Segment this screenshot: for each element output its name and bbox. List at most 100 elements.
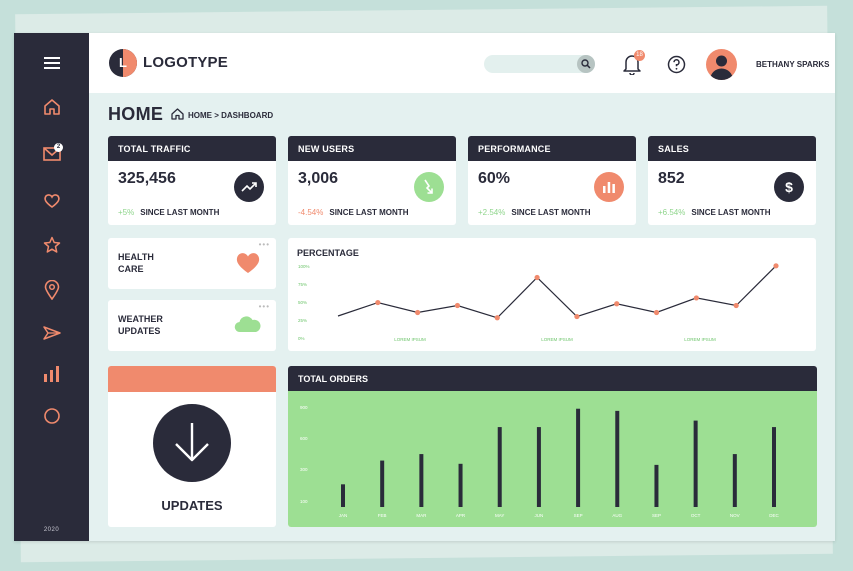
data-point (534, 274, 540, 281)
bar (576, 408, 581, 507)
widget-label-line1: HEALTH (118, 252, 154, 262)
footer-year: 2020 (43, 527, 60, 533)
data-point (773, 263, 779, 269)
bar (497, 427, 502, 507)
data-point (415, 309, 421, 316)
weather-updates-widget[interactable]: ••• WEATHER UPDATES (108, 300, 276, 351)
updates-card[interactable]: UPDATES (108, 366, 276, 527)
star-icon[interactable] (14, 230, 89, 260)
stat-card-footer: +2.54% SINCE LAST MONTH (478, 208, 590, 217)
widget-label-line1: WEATHER (118, 314, 163, 324)
logo-letter: L (119, 55, 127, 70)
more-options-icon[interactable]: ••• (259, 302, 270, 311)
svg-text:$: $ (785, 179, 793, 195)
stat-card-change: +6.54% (658, 208, 686, 217)
x-tick-label: JAN (339, 513, 348, 518)
stat-card-footer: -4.54% SINCE LAST MONTH (298, 208, 408, 217)
help-icon[interactable] (667, 55, 686, 79)
location-icon[interactable] (14, 275, 89, 305)
x-tick-label: LOREM IPSUM (684, 337, 716, 342)
menu-icon[interactable] (14, 48, 89, 78)
stat-card-value: 852 (658, 170, 685, 187)
search-icon[interactable] (577, 55, 595, 73)
stat-card-value: 60% (478, 170, 511, 187)
stat-card-total-traffic[interactable]: TOTAL TRAFFIC 325,456 +5% SINCE LAST MONT… (108, 136, 276, 225)
bar-chart-icon[interactable] (14, 359, 89, 389)
stat-card-since: SINCE LAST MONTH (329, 208, 409, 217)
chart-title: TOTAL ORDERS (288, 366, 817, 391)
x-tick-label: MAR (416, 513, 427, 518)
y-tick-label: 75% (298, 282, 307, 287)
heart-icon[interactable] (14, 186, 89, 216)
cloud-icon (234, 315, 262, 338)
stat-card-performance[interactable]: PERFORMANCE 60% +2.54% SINCE LAST MONTH (468, 136, 636, 225)
page-title: HOME (108, 104, 164, 124)
series-line (337, 265, 777, 319)
home-icon[interactable] (14, 92, 89, 122)
total-orders-bar-chart: 900 600 300 100 JAN FEB MAR APR MAY JUN SEP AUG SEP O… (300, 405, 779, 518)
bar (536, 427, 541, 507)
data-point (375, 299, 381, 306)
stat-card-change: +5% (118, 208, 135, 217)
more-options-icon[interactable]: ••• (259, 240, 270, 249)
x-tick-label: MAY (495, 513, 504, 518)
search-input[interactable] (484, 55, 595, 73)
data-point (454, 302, 461, 309)
sidebar: 2 2020 (14, 33, 89, 541)
data-point (574, 313, 580, 320)
orders-chart-area: 900 600 300 100 JAN FEB MAR APR MAY JUN SEP AUG SEP O… (288, 391, 817, 527)
stat-card-value: 3,006 (298, 170, 339, 187)
circle-icon[interactable] (14, 401, 89, 431)
x-tick-label: APR (456, 513, 466, 518)
bar (615, 410, 620, 507)
stat-card-footer: +5% SINCE LAST MONTH (118, 208, 219, 217)
health-care-widget[interactable]: ••• HEALTH CARE (108, 238, 276, 289)
dollar-icon: $ (774, 172, 804, 202)
stat-card-change: +2.54% (478, 208, 506, 217)
y-tick-label: 900 (300, 405, 308, 410)
bar (693, 420, 698, 507)
bar (732, 454, 737, 507)
x-tick-label: DEC (769, 513, 779, 518)
mail-icon[interactable]: 2 (14, 139, 89, 169)
stat-card-title: PERFORMANCE (468, 136, 636, 161)
data-point (733, 302, 739, 309)
logo-text: LOGOTYPE (143, 54, 228, 71)
data-point (693, 295, 699, 301)
breadcrumb-text[interactable]: HOME > DASHBOARD (188, 111, 273, 120)
percentage-line-chart: 100% 75% 50% 25% 0% LOREM IPSUM LOREM IPSUM LOR… (298, 263, 779, 342)
mail-badge: 2 (54, 143, 63, 152)
user-name[interactable]: BETHANY SPARKS (756, 60, 830, 69)
stat-card-value: 325,456 (118, 170, 176, 187)
trend-up-icon (234, 172, 264, 202)
x-tick-label: LOREM IPSUM (541, 337, 573, 342)
data-point (614, 301, 620, 307)
stat-card-title: SALES (648, 136, 816, 161)
download-icon[interactable] (153, 404, 231, 482)
trend-down-icon (414, 172, 444, 202)
send-icon[interactable] (14, 318, 89, 348)
stat-card-new-users[interactable]: NEW USERS 3,006 -4.54% SINCE LAST MONTH (288, 136, 456, 225)
percentage-chart-card: PERCENTAGE 100% 75% 50% 25% 0% LOREM IPSUM LOR… (288, 238, 816, 351)
stat-card-sales[interactable]: SALES 852 $ +6.54% SINCE LAST MONTH (648, 136, 816, 225)
stat-card-since: SINCE LAST MONTH (691, 208, 771, 217)
y-tick-label: 600 (300, 436, 308, 441)
y-tick-label: 50% (298, 300, 307, 305)
bar-chart-icon (594, 172, 624, 202)
y-tick-label: 300 (300, 467, 308, 472)
bar (654, 464, 659, 507)
logo-icon[interactable]: L (109, 49, 137, 77)
stat-card-change: -4.54% (298, 208, 324, 217)
x-tick-label: OCT (691, 513, 701, 518)
breadcrumb[interactable]: HOME > DASHBOARD (171, 108, 273, 122)
y-tick-label: 100% (298, 264, 310, 269)
widget-label-line2: CARE (118, 264, 144, 274)
x-tick-label: SEP (574, 513, 583, 518)
avatar[interactable] (706, 49, 737, 80)
data-point (494, 315, 500, 321)
breadcrumb-home-icon (171, 108, 184, 122)
stat-card-title: TOTAL TRAFFIC (108, 136, 276, 161)
x-tick-label: SEP (652, 513, 661, 518)
bar (458, 463, 463, 507)
stat-card-footer: +6.54% SINCE LAST MONTH (658, 208, 770, 217)
